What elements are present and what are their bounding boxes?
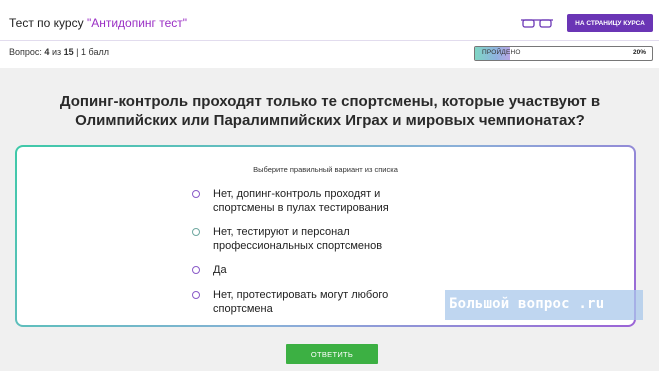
course-title-prefix: Тест по курсу xyxy=(9,16,84,30)
course-title: Тест по курсу "Антидопинг тест" xyxy=(9,16,187,30)
submit-button[interactable]: ОТВЕТИТЬ xyxy=(286,344,378,364)
progress-bar: ПРОЙДЕНО 20% xyxy=(474,46,653,61)
question-counter: Вопрос: 4 из 15 | 1 балл xyxy=(9,47,109,57)
progress-label: ПРОЙДЕНО xyxy=(482,49,521,56)
question-total: 15 xyxy=(63,47,74,57)
header: Тест по курсу "Антидопинг тест" НА СТРАН… xyxy=(0,0,659,68)
question-of-label: из xyxy=(51,47,62,57)
radio-button[interactable] xyxy=(192,190,200,198)
answer-option-label: Нет, тестируют и персонал профессиональн… xyxy=(213,226,383,252)
question-points: | 1 балл xyxy=(76,47,109,57)
progress-percent: 20% xyxy=(632,49,646,56)
watermark: Большой вопрос .ru xyxy=(445,290,643,320)
to-course-button[interactable]: НА СТРАНИЦУ КУРСА xyxy=(567,14,653,32)
radio-button[interactable] xyxy=(192,228,200,236)
glasses-icon xyxy=(520,16,554,28)
answer-option-label: Нет, допинг-контроль проходят и спортсме… xyxy=(213,188,389,214)
answer-option-label: Нет, протестировать могут любого спортсм… xyxy=(213,289,389,315)
course-name: "Антидопинг тест" xyxy=(86,16,188,30)
header-divider xyxy=(0,40,659,41)
question-text: Допинг-контроль проходят только те спорт… xyxy=(59,93,601,129)
radio-button[interactable] xyxy=(192,266,200,274)
answer-instruction: Выберите правильный вариант из списка xyxy=(253,165,398,174)
question-label: Вопрос: xyxy=(9,47,42,57)
answer-option-label: Да xyxy=(213,264,227,276)
radio-button[interactable] xyxy=(192,291,200,299)
question-current: 4 xyxy=(44,47,50,57)
watermark-text: Большой вопрос .ru xyxy=(449,296,605,312)
